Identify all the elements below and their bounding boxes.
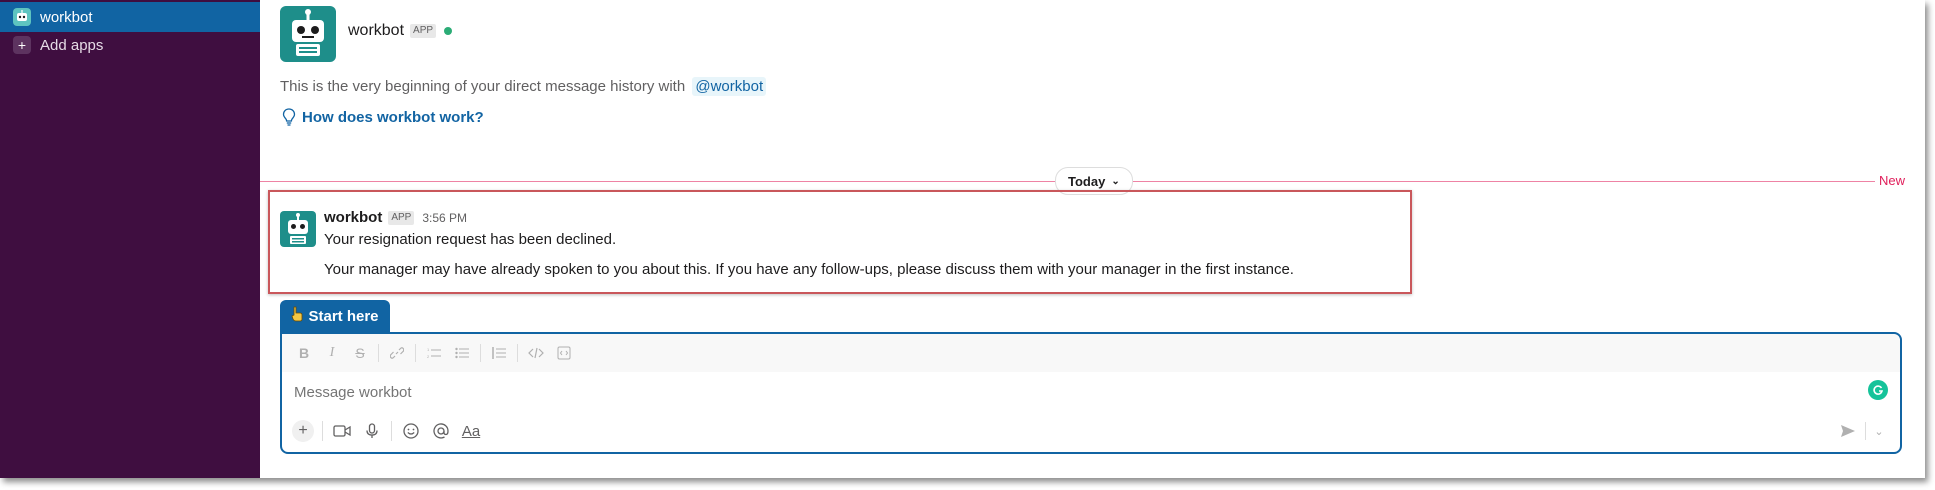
send-icon bbox=[1841, 425, 1855, 437]
emoji-icon bbox=[403, 423, 419, 439]
toolbar-divider bbox=[391, 421, 392, 441]
chevron-down-icon: ⌄ bbox=[1874, 425, 1884, 438]
schedule-send-button[interactable]: ⌄ bbox=[1868, 417, 1890, 445]
toolbar-divider bbox=[378, 344, 379, 362]
code-icon bbox=[528, 347, 544, 359]
sidebar-item-label: Add apps bbox=[40, 36, 104, 54]
bot-mention[interactable]: @workbot bbox=[692, 77, 767, 96]
composer-actions: + Aa ⌄ bbox=[288, 416, 1894, 446]
link-icon bbox=[390, 347, 404, 359]
toolbar-divider bbox=[322, 421, 323, 441]
bulleted-list-button[interactable] bbox=[448, 339, 476, 367]
message-text: Your resignation request has been declin… bbox=[324, 231, 617, 248]
toolbar-divider bbox=[415, 344, 416, 362]
bulleted-list-icon bbox=[455, 347, 469, 359]
svg-text:1: 1 bbox=[427, 347, 430, 352]
formatting-toggle-label: Aa bbox=[461, 422, 481, 440]
audio-clip-button[interactable] bbox=[357, 417, 387, 445]
send-button[interactable] bbox=[1833, 417, 1863, 445]
sidebar-item-workbot[interactable]: workbot bbox=[0, 2, 260, 32]
history-start-text: This is the very beginning of your direc… bbox=[280, 77, 767, 96]
sidebar-item-add-apps[interactable]: + Add apps bbox=[0, 30, 260, 60]
sidebar-item-label: workbot bbox=[40, 8, 93, 26]
formatting-toggle-button[interactable]: Aa bbox=[456, 417, 486, 445]
toolbar-divider bbox=[517, 344, 518, 362]
lightbulb-icon bbox=[282, 108, 296, 126]
toolbar-divider bbox=[480, 344, 481, 362]
how-does-workbot-work-link[interactable]: How does workbot work? bbox=[282, 108, 484, 126]
formatting-toolbar: B I S 12 bbox=[282, 334, 1900, 372]
message-text: Your manager may have already spoken to … bbox=[324, 261, 1294, 278]
plus-icon: + bbox=[13, 36, 31, 54]
history-start-label: This is the very beginning of your direc… bbox=[280, 78, 686, 95]
strikethrough-button[interactable]: S bbox=[346, 339, 374, 367]
bot-avatar[interactable] bbox=[280, 6, 336, 62]
online-status-icon bbox=[444, 27, 453, 35]
message-input[interactable] bbox=[294, 384, 1834, 401]
intro-header: workbot APP bbox=[348, 22, 453, 40]
message-composer: B I S 12 Message workbot + Aa ⌄ bbox=[280, 332, 1902, 454]
workbot-icon bbox=[13, 8, 31, 26]
start-here-label: Start here bbox=[308, 307, 379, 325]
how-link-label: How does workbot work? bbox=[302, 108, 484, 126]
message-avatar[interactable] bbox=[280, 211, 316, 247]
app-badge: APP bbox=[410, 24, 437, 38]
message-timestamp[interactable]: 3:56 PM bbox=[422, 211, 467, 225]
start-here-tab[interactable]: Start here bbox=[280, 300, 390, 332]
plus-icon: + bbox=[292, 420, 314, 442]
chevron-down-icon: ⌄ bbox=[1111, 175, 1120, 187]
microphone-icon bbox=[366, 423, 378, 438]
at-sign-icon bbox=[433, 423, 449, 439]
code-block-icon bbox=[557, 346, 571, 360]
code-block-button[interactable] bbox=[550, 339, 578, 367]
sidebar: workbot + Add apps bbox=[0, 0, 260, 478]
italic-button[interactable]: I bbox=[318, 339, 346, 367]
attach-button[interactable]: + bbox=[288, 417, 318, 445]
video-icon bbox=[333, 425, 351, 437]
send-controls: ⌄ bbox=[1833, 416, 1890, 446]
toolbar-divider bbox=[1865, 422, 1866, 440]
video-clip-button[interactable] bbox=[327, 417, 357, 445]
conversation-pane: workbot APP This is the very beginning o… bbox=[260, 0, 1925, 478]
date-label: Today bbox=[1068, 173, 1106, 189]
new-messages-label: New bbox=[1874, 173, 1905, 188]
link-button[interactable] bbox=[383, 339, 411, 367]
pointing-hand-icon bbox=[291, 306, 303, 326]
blockquote-icon bbox=[492, 347, 506, 359]
message-author[interactable]: workbot bbox=[324, 209, 382, 226]
bold-button[interactable]: B bbox=[290, 339, 318, 367]
code-button[interactable] bbox=[522, 339, 550, 367]
app-badge: APP bbox=[388, 210, 415, 225]
ordered-list-button[interactable]: 12 bbox=[420, 339, 448, 367]
grammarly-icon[interactable] bbox=[1868, 380, 1888, 400]
message-header: workbot APP 3:56 PM bbox=[324, 209, 467, 226]
emoji-button[interactable] bbox=[396, 417, 426, 445]
ordered-list-icon: 12 bbox=[427, 347, 441, 359]
mention-button[interactable] bbox=[426, 417, 456, 445]
bot-name[interactable]: workbot bbox=[348, 22, 404, 40]
blockquote-button[interactable] bbox=[485, 339, 513, 367]
app-window: workbot + Add apps workbot APP This is t… bbox=[0, 0, 1925, 478]
svg-text:2: 2 bbox=[427, 354, 430, 359]
